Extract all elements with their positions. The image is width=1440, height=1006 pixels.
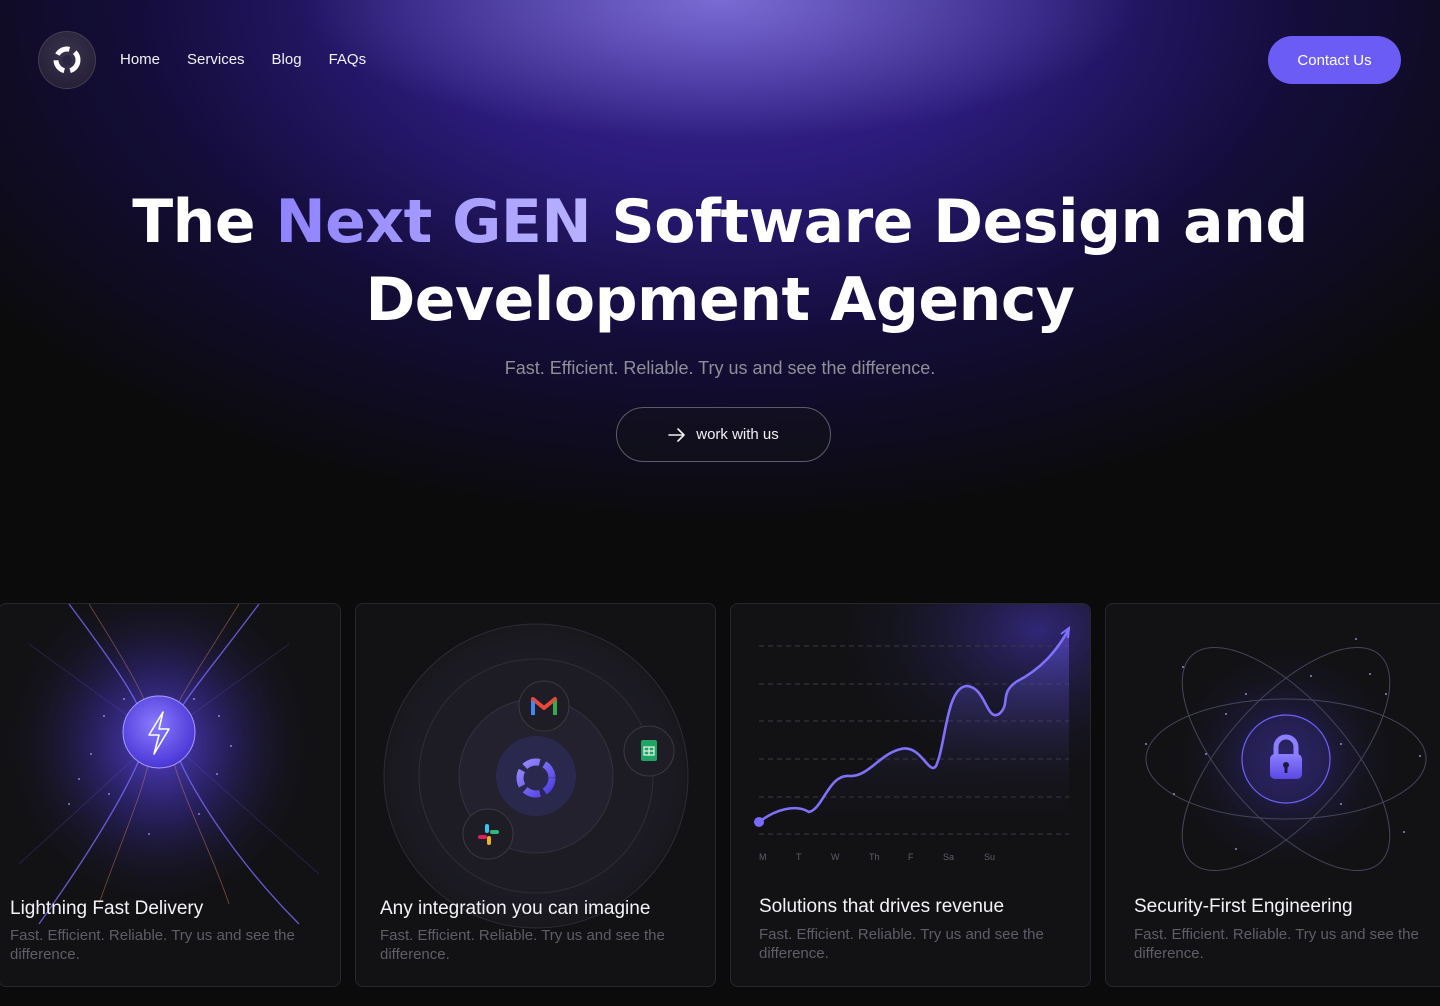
- day-label: W: [831, 852, 840, 862]
- hero-title-pre: The: [132, 187, 276, 257]
- work-with-us-button[interactable]: work with us: [616, 407, 831, 462]
- day-label: Su: [984, 852, 995, 862]
- card-title: Any integration you can imagine: [380, 898, 651, 919]
- top-nav: Home Services Blog FAQs Contact Us: [0, 0, 1440, 120]
- card-title: Solutions that drives revenue: [759, 896, 1005, 917]
- day-label: Sa: [943, 852, 954, 862]
- day-label: Th: [869, 852, 880, 862]
- card-title: Security-First Engineering: [1134, 896, 1353, 917]
- nav-home[interactable]: Home: [120, 50, 160, 70]
- nav-links: Home Services Blog FAQs: [120, 50, 393, 70]
- card-description: Fast. Efficient. Reliable. Try us and se…: [759, 926, 1044, 962]
- hero-subtitle: Fast. Efficient. Reliable. Try us and se…: [504, 358, 936, 378]
- card-lightning: Lightning Fast Delivery Fast. Efficient.…: [0, 603, 341, 987]
- card-revenue: M T W Th F Sa Su Solutions that drives r…: [730, 603, 1091, 987]
- nav-blog[interactable]: Blog: [272, 50, 302, 70]
- sheets-icon: [641, 740, 657, 761]
- card-title: Lightning Fast Delivery: [10, 898, 204, 919]
- day-label: F: [908, 852, 914, 862]
- day-label: T: [796, 852, 802, 862]
- nav-faqs[interactable]: FAQs: [329, 50, 367, 70]
- logo-icon[interactable]: [38, 31, 96, 89]
- card-description: Fast. Efficient. Reliable. Try us and se…: [10, 927, 295, 963]
- card-description: Fast. Efficient. Reliable. Try us and se…: [1134, 926, 1419, 962]
- card-security: Security-First Engineering Fast. Efficie…: [1105, 603, 1440, 987]
- day-label: M: [759, 852, 767, 862]
- nav-services[interactable]: Services: [187, 50, 245, 70]
- work-with-us-label: work with us: [696, 426, 779, 443]
- card-description: Fast. Efficient. Reliable. Try us and se…: [380, 927, 665, 963]
- hero-title-accent: Next GEN: [275, 187, 592, 257]
- card-integration: Any integration you can imagine Fast. Ef…: [355, 603, 716, 987]
- hero-title: The Next GEN Software Design and Develop…: [0, 183, 1440, 339]
- contact-us-button[interactable]: Contact Us: [1268, 36, 1401, 84]
- arrow-right-icon: [668, 427, 686, 442]
